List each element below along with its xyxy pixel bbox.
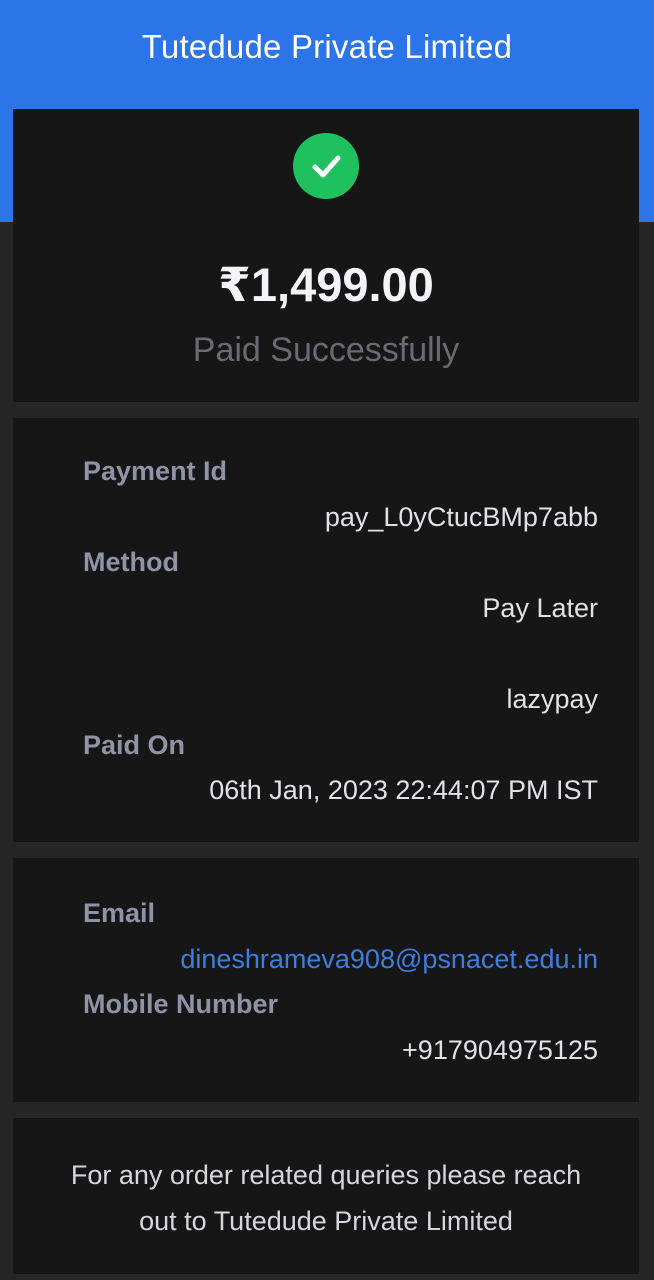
method-provider-value: lazypay (506, 684, 598, 714)
support-note-text: For any order related queries please rea… (70, 1160, 582, 1236)
paid-on-value: 06th Jan, 2023 22:44:07 PM IST (209, 775, 598, 805)
payment-id-value: pay_L0yCtucBMp7abb (324, 502, 598, 532)
payment-status: Paid Successfully (192, 331, 460, 369)
mobile-label: Mobile Number (83, 989, 279, 1019)
contact-details-card: Email dineshrameva908@psnacet.edu.in Mob… (13, 858, 639, 1102)
payment-id-label: Payment Id (83, 456, 228, 486)
payment-amount: ₹1,499.00 (218, 258, 434, 311)
method-label: Method (83, 547, 179, 577)
paid-on-label: Paid On (83, 730, 186, 760)
method-value: Pay Later (482, 593, 598, 623)
support-note-card: For any order related queries please rea… (13, 1118, 639, 1274)
email-label: Email (83, 898, 156, 928)
merchant-title: Tutedude Private Limited (141, 28, 513, 65)
mobile-value: +917904975125 (402, 1035, 598, 1065)
email-link[interactable]: dineshrameva908@psnacet.edu.in (180, 944, 598, 975)
payment-details-card: Payment Id pay_L0yCtucBMp7abb Method Pay… (13, 418, 639, 842)
payment-summary-card: ₹1,499.00 Paid Successfully (13, 109, 639, 402)
check-circle-icon (293, 133, 359, 199)
